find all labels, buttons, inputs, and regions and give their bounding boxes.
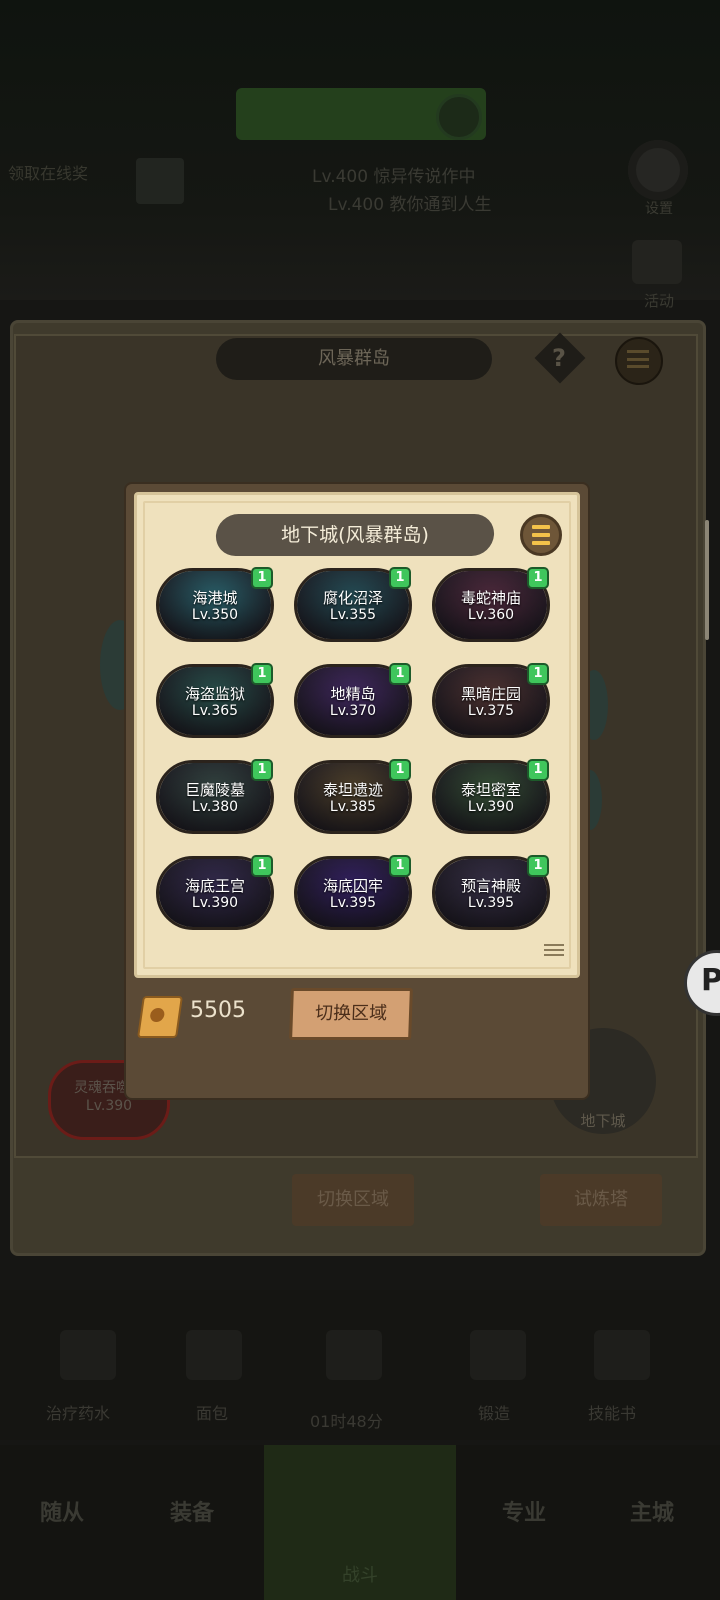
dungeon-level: Lv.350 [191, 607, 239, 623]
region-title-text: 风暴群岛 [318, 348, 390, 369]
bottom-nav: 随从 装备 战斗 专业 主城 [0, 1445, 720, 1600]
dungeon-level: Lv.395 [329, 895, 377, 911]
count-badge: 1 [527, 567, 549, 589]
dungeon-name: 地精岛 [330, 685, 376, 703]
dungeon-tile[interactable]: 地精岛 Lv.370 1 [294, 663, 412, 738]
scrollbar[interactable] [705, 520, 709, 640]
dungeon-level: Lv.360 [467, 607, 515, 623]
count-badge: 1 [527, 855, 549, 877]
message-line-1: Lv.400 惊异传说作中 [312, 167, 476, 187]
nav-equipment: 装备 [170, 1501, 215, 1526]
bread-icon [186, 1330, 242, 1380]
count-badge: 1 [251, 567, 273, 589]
forge-icon [470, 1330, 526, 1380]
book-icon [594, 1330, 650, 1380]
dungeon-name: 海底囚牢 [322, 877, 383, 895]
count-badge: 1 [251, 759, 273, 781]
switch-region-button-bg: 切换区域 [292, 1174, 414, 1226]
count-badge: 1 [251, 663, 273, 685]
menu-icon [627, 350, 649, 368]
list-menu-button[interactable] [520, 514, 562, 556]
dungeon-level: Lv.395 [467, 895, 515, 911]
count-badge: 1 [527, 759, 549, 781]
dungeon-level: Lv.390 [467, 799, 515, 815]
help-glyph: ? [552, 344, 566, 372]
dungeon-level: Lv.370 [329, 703, 377, 719]
count-badge: 1 [527, 663, 549, 685]
potion-icon [60, 1330, 116, 1380]
shortcut-bar: 治疗药水 面包 01时48分 锻造 技能书 [0, 1290, 720, 1440]
dungeon-name: 预言神殿 [460, 877, 521, 895]
nav-battle-label: 战斗 [342, 1565, 378, 1586]
dungeon-tile[interactable]: 泰坦密室 Lv.390 1 [432, 759, 550, 834]
dungeon-tile[interactable]: 腐化沼泽 Lv.355 1 [294, 567, 412, 642]
nav-profession: 专业 [502, 1501, 547, 1526]
popup-title-text: 地下城(风暴群岛) [281, 524, 429, 546]
resize-grip-icon [544, 944, 564, 958]
trial-tower-button: 试炼塔 [540, 1174, 662, 1226]
settings-label: 设置 [645, 201, 673, 217]
dungeon-tile[interactable]: 巨魔陵墓 Lv.380 1 [156, 759, 274, 834]
dungeon-tile[interactable]: 毒蛇神庙 Lv.360 1 [432, 567, 550, 642]
online-reward-label: 领取在线奖 [8, 164, 89, 183]
nav-city: 主城 [630, 1501, 675, 1526]
switch-region-button[interactable]: 切换区域 [289, 988, 413, 1040]
dungeon-tile[interactable]: 黑暗庄园 Lv.375 1 [432, 663, 550, 738]
dungeon-name: 毒蛇神庙 [460, 589, 521, 607]
dungeon-label: 地下城 [580, 1112, 626, 1130]
count-badge: 1 [389, 567, 411, 589]
nav-followers: 随从 [40, 1501, 85, 1526]
reward-icon [136, 158, 184, 204]
message-line-2: Lv.400 教你通到人生 [328, 195, 492, 215]
shortcut-timer: 01时48分 [310, 1412, 383, 1431]
dungeon-name: 泰坦遗迹 [322, 781, 383, 799]
timer-icon [326, 1330, 382, 1380]
scroll-currency-icon [137, 996, 183, 1038]
dungeon-name: 泰坦密室 [460, 781, 521, 799]
nav-battle: 战斗 [264, 1445, 456, 1600]
count-badge: 1 [389, 855, 411, 877]
dungeon-name: 海盗监狱 [184, 685, 245, 703]
dungeon-name: 腐化沼泽 [322, 589, 383, 607]
event-icon [632, 240, 682, 284]
dungeon-name: 巨魔陵墓 [184, 781, 245, 799]
shortcut-potion: 治疗药水 [46, 1404, 111, 1423]
shortcut-skillbook: 技能书 [588, 1404, 637, 1423]
region-title: 风暴群岛 [216, 338, 492, 380]
dungeon-tile[interactable]: 海底囚牢 Lv.395 1 [294, 855, 412, 930]
shortcut-bread: 面包 [196, 1404, 229, 1423]
dungeon-level: Lv.365 [191, 703, 239, 719]
popup-title: 地下城(风暴群岛) [214, 514, 496, 556]
dungeon-popup: 地下城(风暴群岛) 海港城 Lv.350 1 腐化沼泽 Lv.355 1 毒蛇神庙 Lv.36… [126, 484, 588, 1098]
dungeon-level: Lv.355 [329, 607, 377, 623]
event-label: 活动 [644, 292, 675, 310]
top-banner [0, 0, 720, 300]
gear-icon [628, 140, 688, 200]
count-badge: 1 [389, 663, 411, 685]
dungeon-name: 黑暗庄园 [460, 685, 521, 703]
dungeon-level: Lv.390 [191, 895, 239, 911]
dungeon-tile[interactable]: 泰坦遗迹 Lv.385 1 [294, 759, 412, 834]
dungeon-level: Lv.385 [329, 799, 377, 815]
menu-icon [532, 525, 550, 529]
count-badge: 1 [251, 855, 273, 877]
refresh-icon [436, 94, 482, 140]
dungeon-level: Lv.375 [467, 703, 515, 719]
boss-level: Lv.390 [85, 1098, 133, 1114]
count-badge: 1 [389, 759, 411, 781]
dungeon-name: 海底王宫 [184, 877, 245, 895]
dungeon-tile[interactable]: 海底王宫 Lv.390 1 [156, 855, 274, 930]
dungeon-tile[interactable]: 预言神殿 Lv.395 1 [432, 855, 550, 930]
dungeon-name: 海港城 [192, 589, 238, 607]
dungeon-level: Lv.380 [191, 799, 239, 815]
shortcut-forge: 锻造 [478, 1404, 511, 1423]
currency-value: 5505 [190, 998, 246, 1023]
dungeon-tile[interactable]: 海港城 Lv.350 1 [156, 567, 274, 642]
dungeon-tile[interactable]: 海盗监狱 Lv.365 1 [156, 663, 274, 738]
